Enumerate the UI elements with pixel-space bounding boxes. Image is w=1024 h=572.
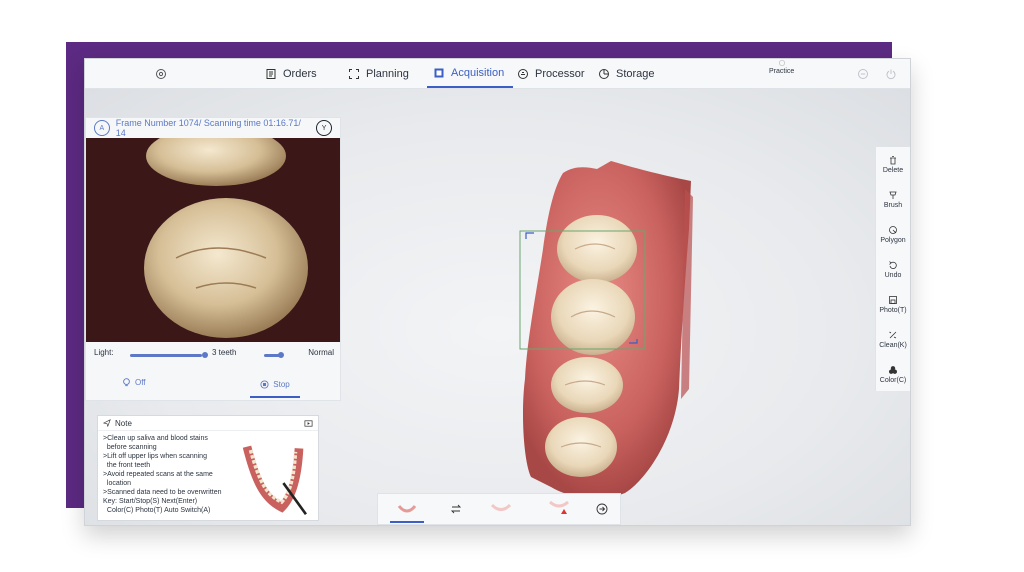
practice-label: Practice — [769, 68, 795, 75]
bite-button[interactable] — [548, 499, 570, 520]
tooth — [557, 215, 637, 283]
tab-acquisition-label: Acquisition — [451, 66, 505, 79]
undo-icon — [889, 261, 897, 269]
tooth — [551, 279, 635, 355]
minimize-button[interactable] — [857, 59, 869, 88]
orders-icon — [266, 68, 276, 79]
badge-a: A — [94, 120, 110, 136]
tab-planning-label: Planning — [366, 67, 409, 80]
acquisition-icon — [434, 68, 444, 77]
tab-storage-label: Storage — [616, 67, 655, 80]
tool-clean[interactable]: Clean(K) — [876, 322, 910, 357]
tool-polygon[interactable]: Polygon — [876, 217, 910, 252]
arrow-right-icon — [596, 503, 608, 515]
power-icon — [886, 69, 896, 79]
stop-label: Stop — [273, 379, 290, 389]
tool-undo[interactable]: Undo — [876, 252, 910, 287]
tool-polygon-label: Polygon — [880, 237, 906, 244]
tool-color-label: Color(C) — [879, 377, 907, 384]
power-button[interactable] — [885, 59, 897, 88]
tool-photo-label: Photo(T) — [879, 307, 907, 314]
swap-button[interactable] — [450, 502, 462, 520]
tooth — [545, 417, 617, 477]
note-panel: Note >Clean up saliva and blood stains b… — [97, 415, 319, 521]
scan-header: A Frame Number 1074/ Scanning time 01:16… — [86, 118, 340, 138]
badge-y[interactable]: Y — [316, 120, 333, 136]
frame-info: Frame Number 1074/ Scanning time 01:16.7… — [115, 118, 301, 138]
camera-image — [86, 138, 340, 342]
tool-delete[interactable]: Delete — [876, 147, 910, 182]
3d-viewport[interactable]: A Frame Number 1074/ Scanning time 01:16… — [85, 89, 910, 525]
swap-icon — [450, 504, 462, 514]
tool-photo[interactable]: Photo(T) — [876, 287, 910, 322]
note-title: Note — [115, 418, 132, 428]
tool-clean-label: Clean(K) — [879, 342, 907, 349]
bulb-icon — [123, 378, 130, 387]
off-button[interactable]: Off — [122, 378, 146, 387]
light-slider[interactable] — [130, 354, 202, 357]
color-icon — [889, 366, 897, 374]
planning-icon — [349, 68, 359, 79]
tool-undo-label: Undo — [884, 272, 902, 279]
tab-orders[interactable]: Orders — [265, 59, 317, 88]
clean-icon — [889, 331, 897, 339]
polygon-icon — [889, 226, 897, 234]
tab-storage[interactable]: Storage — [598, 59, 655, 88]
minimize-icon — [858, 68, 868, 79]
video-icon[interactable] — [304, 419, 313, 428]
camera-preview — [86, 138, 340, 342]
mode-label: Normal — [308, 348, 334, 357]
lower-jaw-button[interactable] — [490, 501, 512, 519]
mode-slider-knob[interactable] — [278, 352, 284, 358]
upper-jaw-button[interactable] — [390, 497, 424, 523]
next-button[interactable] — [596, 502, 608, 520]
jaw-selector-bar — [377, 493, 621, 525]
tool-brush[interactable]: Brush — [876, 182, 910, 217]
tool-brush-label: Brush — [883, 202, 903, 209]
trash-icon — [890, 156, 896, 165]
tab-acquisition[interactable]: Acquisition — [427, 59, 513, 88]
send-icon — [103, 419, 111, 427]
storage-icon — [599, 68, 609, 79]
tab-orders-label: Orders — [283, 67, 317, 80]
upper-jaw-icon — [397, 505, 417, 513]
light-row: Light: 3 teeth Normal — [94, 348, 334, 362]
note-header: Note — [98, 416, 318, 431]
app-window: Orders Planning Acquisition Processor St… — [84, 58, 911, 526]
right-toolbar: Delete Brush Polygon Undo Photo(T) Clean… — [875, 147, 910, 391]
settings-button[interactable] — [155, 59, 167, 88]
top-nav: Orders Planning Acquisition Processor St… — [85, 59, 910, 89]
teeth-label: 3 teeth — [212, 348, 237, 357]
tab-processor[interactable]: Processor — [517, 59, 585, 88]
practice-button[interactable]: Practice — [769, 59, 794, 88]
practice-icon — [778, 60, 785, 66]
tool-color[interactable]: Color(C) — [876, 357, 910, 392]
tab-planning[interactable]: Planning — [348, 59, 409, 88]
processor-icon — [518, 68, 528, 79]
off-label: Off — [135, 378, 146, 387]
jaw-illustration — [242, 445, 307, 516]
scan-controls: Off Stop — [86, 372, 340, 398]
stop-icon — [260, 379, 269, 389]
lower-jaw-icon — [490, 503, 512, 511]
tooth — [551, 357, 623, 413]
scan-panel: A Frame Number 1074/ Scanning time 01:16… — [85, 117, 341, 401]
settings-icon — [156, 68, 166, 79]
bite-icon — [549, 500, 569, 514]
photo-icon — [889, 296, 897, 304]
tab-processor-label: Processor — [535, 67, 585, 80]
stop-button[interactable]: Stop — [250, 372, 300, 398]
tool-delete-label: Delete — [882, 167, 904, 174]
brush-icon — [889, 191, 897, 199]
light-label: Light: — [94, 348, 114, 357]
light-slider-knob[interactable] — [202, 352, 208, 358]
